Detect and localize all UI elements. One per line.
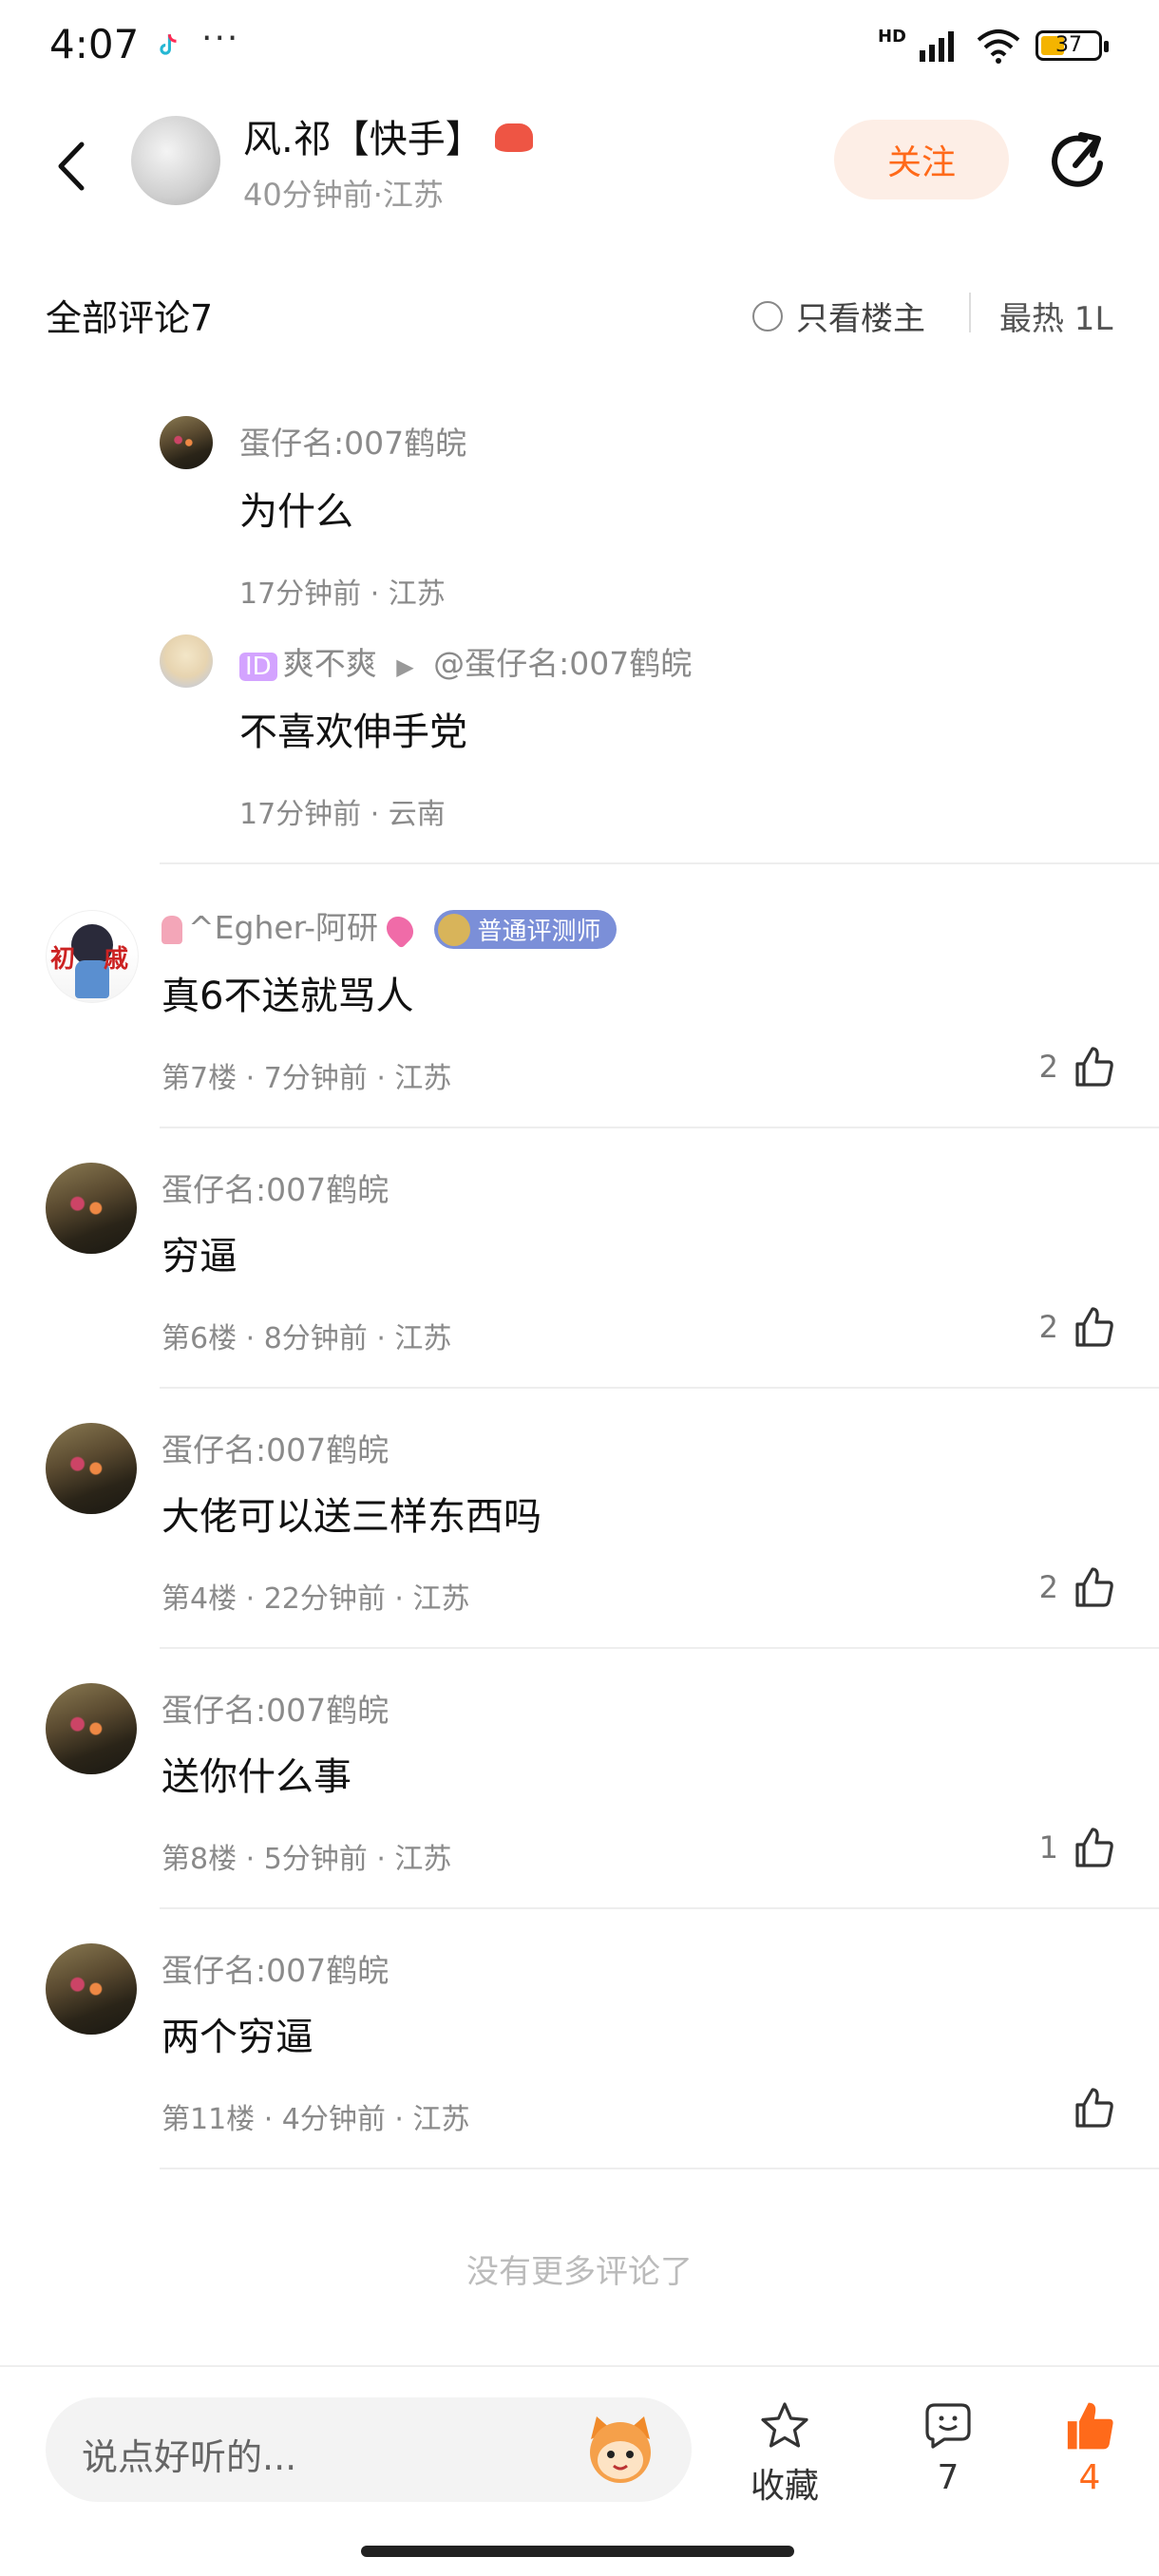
comment-avatar[interactable] [46,1423,137,1514]
author-meta: 40分钟前·江苏 [243,177,444,213]
comments-title: 全部评论7 [46,297,214,339]
divider [160,1387,1159,1389]
reply-text: 不喜欢伸手党 [239,710,467,754]
like-button[interactable]: 2 [1039,1045,1115,1089]
tulip-icon [162,915,182,944]
like-button[interactable]: 2 [1039,1305,1115,1349]
favorite-button[interactable]: 收藏 [750,2399,819,2508]
share-icon[interactable] [1043,125,1113,196]
badge-label: 普通评测师 [477,918,601,946]
only-owner-label: 只看楼主 [796,300,925,338]
author-name: 风.祁【快手】 [243,118,484,161]
thumb-up-filled-icon [1067,2402,1113,2450]
comment-text: 真6不送就骂人 [162,975,414,1018]
more-notifications-icon: ··· [201,19,240,58]
like-count: 2 [1038,1569,1058,1605]
comment-avatar[interactable] [46,1943,137,2035]
signal-icon [920,31,954,62]
comment-username[interactable]: 蛋仔名:007鹤皖 [162,1165,389,1210]
reply-username: 爽不爽 [282,645,377,682]
reply-avatar[interactable] [160,635,213,688]
comment-icon [925,2403,971,2449]
home-indicator[interactable] [361,2546,794,2557]
comment-text: 两个穷逼 [162,2016,314,2059]
battery-level: 37 [1055,33,1082,57]
thumb-up-icon [1075,1307,1113,1347]
author-name-row[interactable]: 风.祁【快手】 [243,108,534,163]
reply-arrow-icon: ▶ [396,653,414,680]
reply-username[interactable]: 蛋仔名:007鹤皖 [239,418,466,464]
thumb-up-icon [1075,1567,1113,1607]
comment-meta: 第7楼 · 7分钟前 · 江苏 [162,1062,452,1095]
comment-text: 穷逼 [162,1235,238,1279]
like-count: 1 [1038,1829,1058,1866]
sushi-icon [495,123,534,160]
no-more-comments: 没有更多评论了 [466,2253,693,2291]
divider [160,1647,1159,1649]
heart-icon [381,910,419,949]
like-button[interactable]: 1 [1039,1826,1115,1869]
like-count: 4 [1078,2458,1101,2497]
comment-meta: 第8楼 · 5分钟前 · 江苏 [162,1843,452,1876]
favorite-label: 收藏 [750,2467,820,2506]
comment-count: 7 [937,2458,960,2497]
badge-icon [437,913,470,946]
comment-text: 大佬可以送三样东西吗 [162,1495,542,1539]
like-post-button[interactable]: 4 [1062,2399,1117,2497]
star-icon [761,2402,808,2448]
mascot-emoji-icon[interactable] [581,2411,659,2489]
reply-text: 为什么 [239,490,353,534]
divider [160,862,1159,864]
comment-meta: 第6楼 · 8分钟前 · 江苏 [162,1322,452,1355]
thumb-up-icon [1075,1047,1113,1087]
reply-user-row[interactable]: ID 爽不爽 ▶ @蛋仔名:007鹤皖 [239,638,692,684]
status-indicators: HD 37 [877,27,1109,65]
wifi-icon [977,29,1020,64]
comment-user-row[interactable]: ^Egher-阿研 普通评测师 [162,902,617,949]
divider [0,2365,1159,2367]
comment-avatar[interactable] [46,1163,137,1254]
comment-username[interactable]: 蛋仔名:007鹤皖 [162,1425,389,1470]
divider [160,1127,1159,1128]
id-tag: ID [239,653,277,681]
thumb-up-icon [1075,2088,1113,2128]
like-button[interactable] [1058,2086,1115,2130]
comment-username[interactable]: 蛋仔名:007鹤皖 [162,1685,389,1731]
comment-button[interactable]: 7 [922,2399,975,2497]
divider [160,2168,1159,2169]
comment-username: ^Egher-阿研 [188,909,379,946]
divider [160,1907,1159,1909]
status-time: 4:07 [49,21,140,67]
reviewer-badge: 普通评测师 [433,910,617,949]
sort-toggle[interactable]: 最热 1L [999,293,1112,339]
radio-icon [752,300,783,331]
reply-avatar[interactable] [160,416,213,469]
author-avatar[interactable] [131,116,220,205]
comment-username[interactable]: 蛋仔名:007鹤皖 [162,1945,389,1991]
reply-target: @蛋仔名:007鹤皖 [433,645,693,682]
reply-meta: 17分钟前 · 云南 [239,798,446,831]
comment-meta: 第4楼 · 22分钟前 · 江苏 [162,1582,470,1616]
back-icon[interactable] [48,133,95,199]
thumb-up-icon [1075,1828,1113,1867]
reply-meta: 17分钟前 · 江苏 [239,578,446,611]
comment-avatar[interactable]: 初 戚 [46,910,139,1003]
divider [969,293,971,332]
like-button[interactable]: 2 [1039,1565,1115,1609]
hd-label: HD [877,27,906,47]
comment-input-placeholder: 说点好听的... [82,2436,297,2478]
tiktok-icon [160,34,177,55]
only-owner-toggle[interactable]: 只看楼主 [752,293,925,339]
follow-button[interactable]: 关注 [834,120,1009,199]
like-count: 2 [1038,1309,1058,1345]
comment-meta: 第11楼 · 4分钟前 · 江苏 [162,2103,470,2136]
like-count: 2 [1038,1049,1058,1085]
battery-icon: 37 [1036,30,1109,61]
comment-avatar[interactable] [46,1683,137,1774]
comment-text: 送你什么事 [162,1755,352,1799]
